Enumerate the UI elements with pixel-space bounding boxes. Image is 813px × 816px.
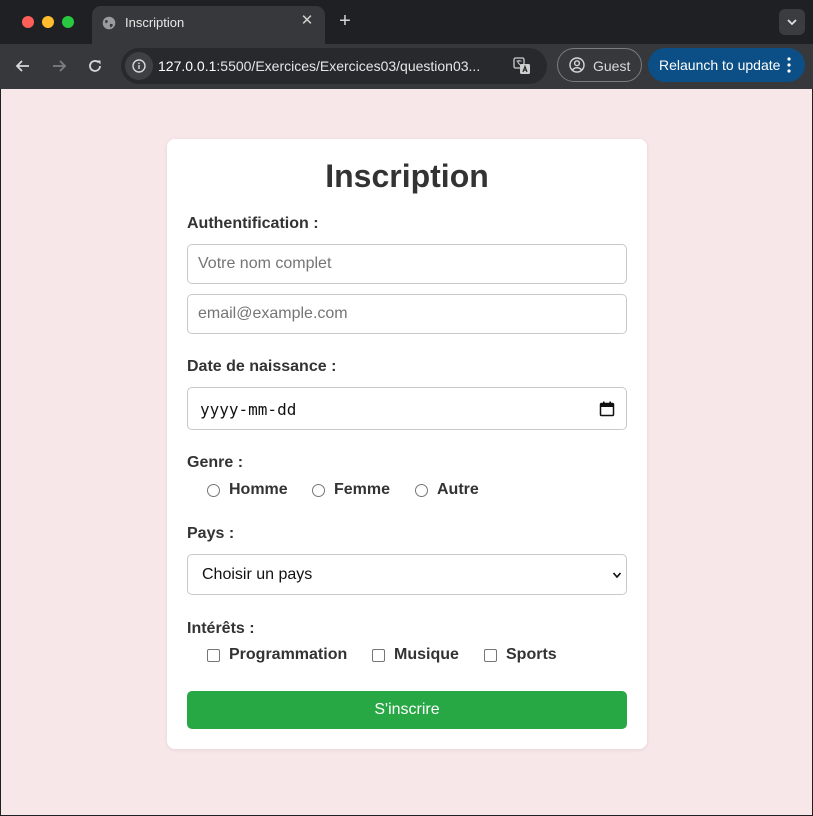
option-label: Programmation [229,646,348,663]
option-label: Femme [334,481,391,498]
birthdate-input[interactable]: yyyy-mm-dd [187,387,627,430]
gender-label: Genre : [187,454,244,471]
tab-search-button[interactable] [779,9,805,35]
registration-form: Inscription Authentification : Date de n… [167,139,647,749]
option-label: Musique [394,646,459,663]
address-bar[interactable]: 127.0.0.1:5500/Exercices/Exercices03/que… [121,48,547,84]
url-host: 127.0.0.1 [158,58,217,74]
submit-button[interactable]: S'inscrire [187,691,627,729]
radio-button[interactable] [207,484,220,497]
profile-button[interactable]: Guest [557,48,642,82]
option-label: Homme [229,481,288,498]
chevron-down-icon [787,19,797,26]
arrow-left-icon[interactable] [13,56,33,76]
url-text: 127.0.0.1:5500/Exercices/Exercices03/que… [158,58,503,74]
more-vertical-icon[interactable] [786,56,792,74]
birthdate-placeholder: yyyy-mm-dd [200,400,297,419]
site-info-button[interactable] [125,52,153,80]
translate-icon[interactable] [513,57,531,75]
profile-label: Guest [593,58,631,74]
globe-icon [102,16,116,30]
option-label: Autre [437,481,479,498]
checkbox[interactable] [207,649,220,662]
page-title: Inscription [325,158,489,194]
chevron-down-icon [612,572,622,579]
browser-tab[interactable]: Inscription ✕ [92,6,325,44]
plus-icon[interactable]: + [335,11,355,31]
country-label: Pays : [187,525,235,542]
option-label: Sports [506,646,557,663]
birthdate-label: Date de naissance : [187,358,337,375]
submit-label: S'inscrire [374,701,440,718]
arrow-right-icon[interactable] [49,56,69,76]
relaunch-button[interactable]: Relaunch to update [648,48,805,82]
radio-button[interactable] [415,484,428,497]
browser-toolbar: 127.0.0.1:5500/Exercices/Exercices03/que… [0,44,813,89]
url-path: :5500/Exercices/Exercices03/question03..… [216,58,481,74]
relaunch-label: Relaunch to update [659,57,781,73]
window-zoom-button[interactable] [62,16,74,28]
interests-label: Intérêts : [187,620,255,637]
email-field[interactable] [187,294,627,334]
calendar-icon[interactable] [599,401,615,417]
info-icon [132,59,146,73]
browser-tab-bar: Inscription ✕ + [0,0,813,44]
checkbox[interactable] [484,649,497,662]
country-select[interactable]: Choisir un pays [187,554,627,595]
tab-title: Inscription [125,15,185,30]
name-input[interactable] [187,244,627,284]
window-close-button[interactable] [22,16,34,28]
user-circle-icon [569,57,585,73]
auth-label: Authentification : [187,215,319,232]
reload-icon[interactable] [85,56,105,76]
radio-button[interactable] [312,484,325,497]
page-viewport: Inscription Authentification : Date de n… [1,89,812,815]
window-minimize-button[interactable] [42,16,54,28]
checkbox[interactable] [372,649,385,662]
close-icon[interactable]: ✕ [298,12,316,30]
country-selected-value: Choisir un pays [202,566,313,583]
